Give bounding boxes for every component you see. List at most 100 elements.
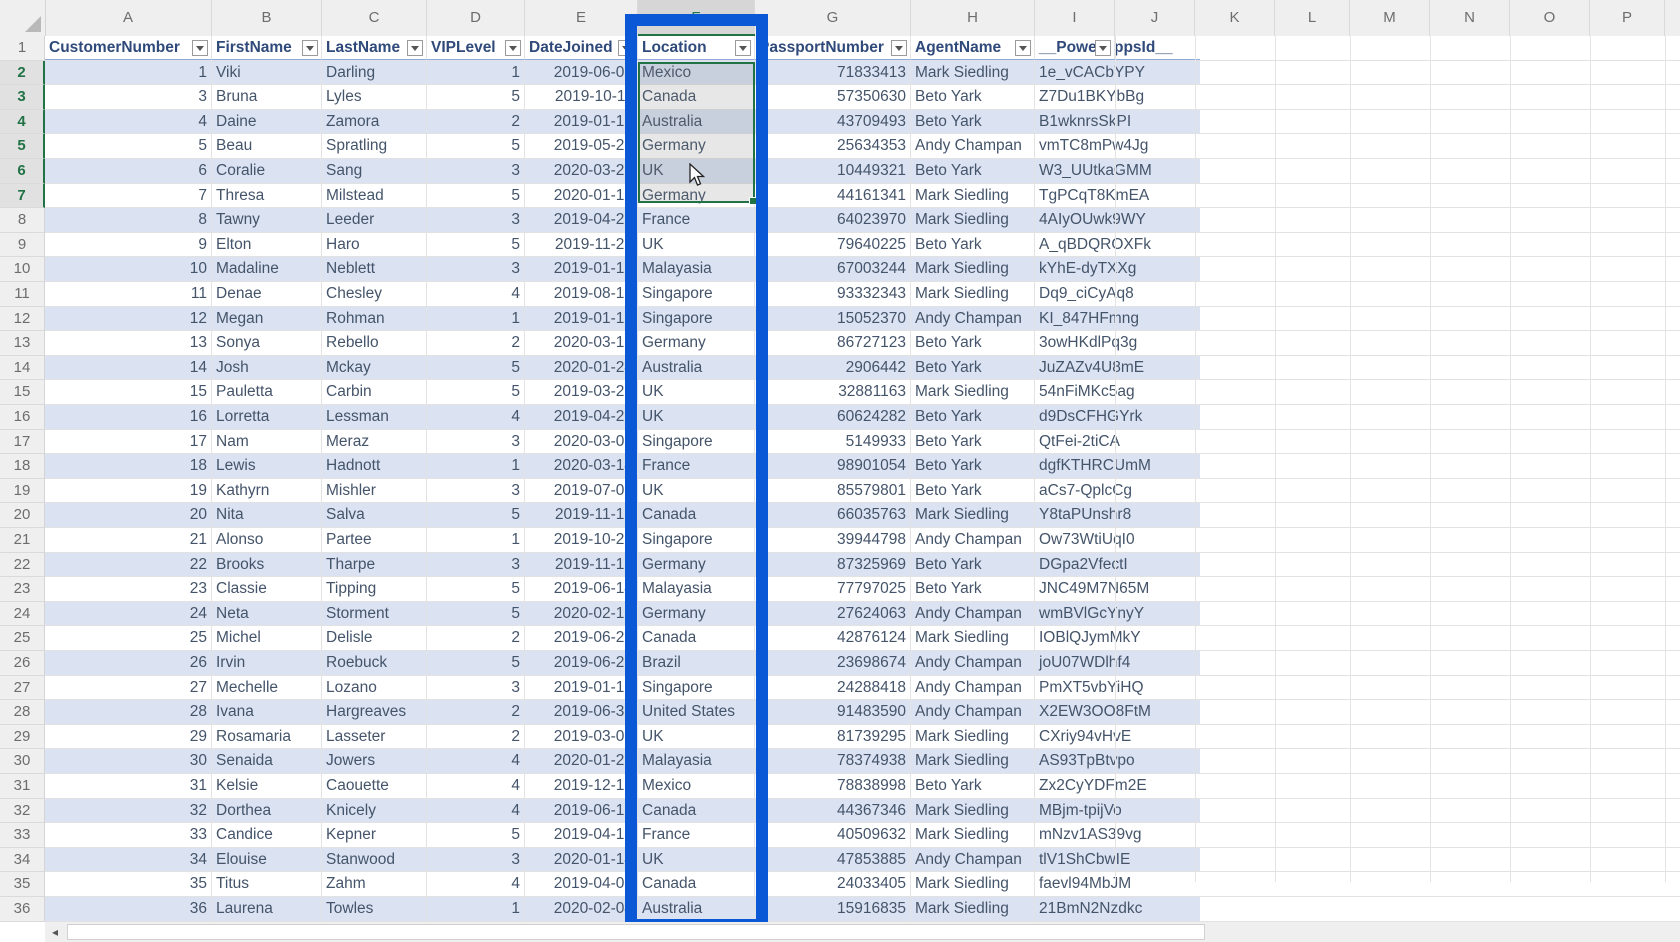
cell-agent[interactable]: Mark Siedling (911, 208, 1035, 232)
cell-num[interactable]: 12 (45, 306, 212, 331)
cell-first[interactable]: Ivana (212, 700, 322, 724)
cell-agent[interactable]: Beto Yark (911, 577, 1035, 601)
cell-loc[interactable]: Germany (638, 601, 755, 626)
column-header-c[interactable]: C (322, 0, 427, 36)
cell-last[interactable]: Neblett (322, 257, 427, 281)
cell-first[interactable]: Megan (212, 306, 322, 331)
cell-date[interactable]: 2019-08-18 (525, 282, 638, 306)
cell-loc[interactable]: Malayasia (638, 577, 755, 601)
row-header-19[interactable]: 19 (0, 478, 45, 504)
cell-vip[interactable]: 5 (427, 134, 525, 158)
cell-num[interactable]: 13 (45, 331, 212, 355)
cell-date[interactable]: 2019-01-18 (525, 675, 638, 700)
cell-num[interactable]: 9 (45, 232, 212, 257)
cell-loc[interactable]: UK (638, 380, 755, 404)
cell-agent[interactable]: Beto Yark (911, 478, 1035, 503)
cell-last[interactable]: Rohman (322, 306, 427, 331)
row-header-30[interactable]: 30 (0, 749, 45, 774)
cell-num[interactable]: 32 (45, 798, 212, 823)
column-header-j[interactable]: J (1115, 0, 1195, 36)
cell-num[interactable]: 11 (45, 282, 212, 306)
cell-agent[interactable]: Andy Champan (911, 675, 1035, 700)
cell-loc[interactable]: UK (638, 405, 755, 429)
row-header-14[interactable]: 14 (0, 355, 45, 381)
cell-loc[interactable]: UK (638, 478, 755, 503)
cell-agent[interactable]: Beto Yark (911, 232, 1035, 257)
cell-num[interactable]: 7 (45, 183, 212, 208)
cell-passport[interactable]: 27624063 (755, 601, 911, 626)
cell-passport[interactable]: 77797025 (755, 577, 911, 601)
filter-dropdown-icon[interactable] (407, 40, 423, 56)
cell-passport[interactable]: 85579801 (755, 478, 911, 503)
cell-agent[interactable]: Mark Siedling (911, 872, 1035, 896)
column-header-e[interactable]: E (525, 0, 638, 36)
filter-dropdown-icon[interactable] (505, 40, 521, 56)
cell-first[interactable]: Senaida (212, 749, 322, 773)
cell-loc[interactable]: Germany (638, 331, 755, 355)
cell-date[interactable]: 2019-01-15 (525, 109, 638, 134)
cell-passport[interactable]: 39944798 (755, 528, 911, 552)
cell-vip[interactable]: 4 (427, 798, 525, 823)
cell-first[interactable]: Dorthea (212, 798, 322, 823)
cell-date[interactable]: 2019-07-03 (525, 478, 638, 503)
cell-loc[interactable]: Singapore (638, 429, 755, 454)
cell-passport[interactable]: 64023970 (755, 208, 911, 232)
cell-first[interactable]: Michel (212, 626, 322, 650)
cell-passport[interactable]: 79640225 (755, 232, 911, 257)
cell-agent[interactable]: Andy Champan (911, 651, 1035, 675)
column-header-h[interactable]: H (911, 0, 1035, 36)
cell-loc[interactable]: Canada (638, 626, 755, 650)
fill-handle[interactable] (749, 197, 757, 205)
cell-num[interactable]: 15 (45, 380, 212, 404)
cell-passport[interactable]: 66035763 (755, 503, 911, 527)
cell-first[interactable]: Beau (212, 134, 322, 158)
row-header-4[interactable]: 4 (0, 109, 45, 135)
cell-agent[interactable]: Mark Siedling (911, 798, 1035, 823)
cell-first[interactable]: Elouise (212, 847, 322, 872)
cell-num[interactable]: 36 (45, 897, 212, 921)
cell-vip[interactable]: 3 (427, 847, 525, 872)
cell-passport[interactable]: 78838998 (755, 774, 911, 798)
cell-first[interactable]: Madaline (212, 257, 322, 281)
cell-last[interactable]: Milstead (322, 183, 427, 208)
row-header-31[interactable]: 31 (0, 774, 45, 799)
cell-agent[interactable]: Beto Yark (911, 429, 1035, 454)
cell-last[interactable]: Kepner (322, 823, 427, 847)
column-header-d[interactable]: D (427, 0, 525, 36)
column-header-a[interactable]: A (45, 0, 212, 36)
cell-passport[interactable]: 93332343 (755, 282, 911, 306)
cell-passport[interactable]: 10449321 (755, 159, 911, 183)
cell-vip[interactable]: 3 (427, 675, 525, 700)
cell-last[interactable]: Delisle (322, 626, 427, 650)
row-header-27[interactable]: 27 (0, 675, 45, 701)
column-header-n[interactable]: N (1430, 0, 1510, 36)
cell-agent[interactable]: Mark Siedling (911, 183, 1035, 208)
cell-last[interactable]: Towles (322, 897, 427, 921)
cell-vip[interactable]: 5 (427, 355, 525, 380)
column-header-k[interactable]: K (1195, 0, 1275, 36)
cell-agent[interactable]: Mark Siedling (911, 380, 1035, 404)
filter-dropdown-icon[interactable] (735, 40, 751, 56)
row-header-26[interactable]: 26 (0, 651, 45, 676)
cell-agent[interactable]: Mark Siedling (911, 724, 1035, 749)
cell-passport[interactable]: 67003244 (755, 257, 911, 281)
row-header-7[interactable]: 7 (0, 183, 45, 209)
cell-date[interactable]: 2020-03-18 (525, 331, 638, 355)
row-header-20[interactable]: 20 (0, 503, 45, 528)
cell-last[interactable]: Leeder (322, 208, 427, 232)
cell-date[interactable]: 2020-03-25 (525, 159, 638, 183)
cell-first[interactable]: Irvin (212, 651, 322, 675)
row-header-12[interactable]: 12 (0, 306, 45, 332)
cell-passport[interactable]: 44161341 (755, 183, 911, 208)
cell-agent[interactable]: Andy Champan (911, 601, 1035, 626)
cell-num[interactable]: 20 (45, 503, 212, 527)
cell-passport[interactable]: 78374938 (755, 749, 911, 773)
cell-first[interactable]: Coralie (212, 159, 322, 183)
cell-passport[interactable]: 81739295 (755, 724, 911, 749)
cell-passport[interactable]: 40509632 (755, 823, 911, 847)
cell-num[interactable]: 16 (45, 405, 212, 429)
cell-num[interactable]: 17 (45, 429, 212, 454)
cell-num[interactable]: 19 (45, 478, 212, 503)
cell-agent[interactable]: Beto Yark (911, 109, 1035, 134)
cell-vip[interactable]: 2 (427, 700, 525, 724)
